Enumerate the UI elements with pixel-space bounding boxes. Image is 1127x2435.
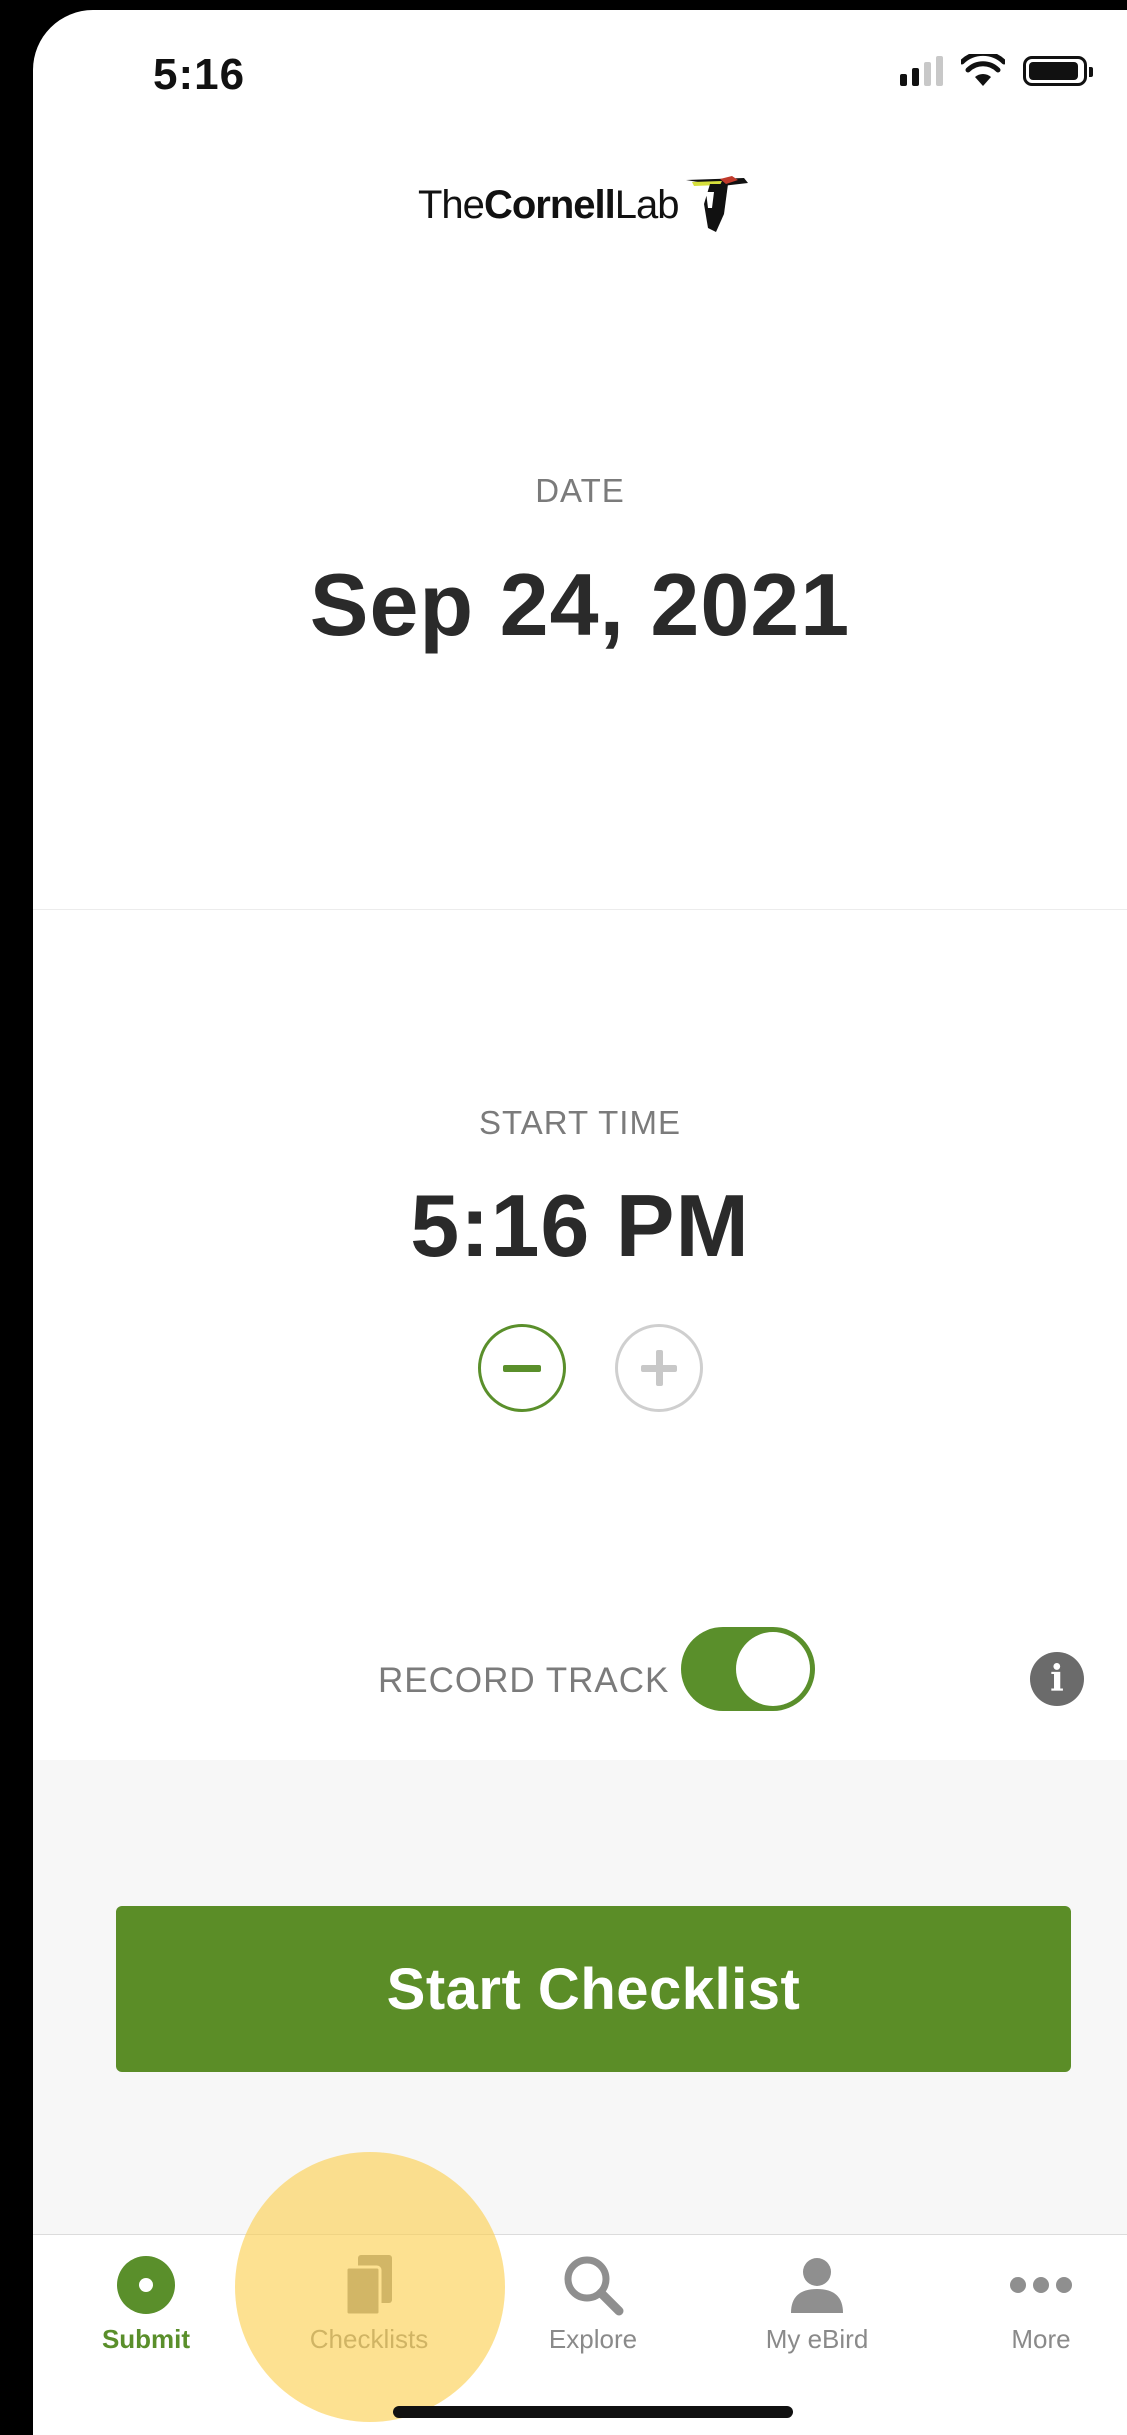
tab-my-ebird[interactable]: My eBird	[722, 2235, 912, 2385]
increase-time-button[interactable]	[615, 1324, 703, 1412]
app-header: The Cornell Lab	[33, 160, 1127, 255]
woodpecker-logo-icon	[686, 176, 749, 232]
date-value[interactable]: Sep 24, 2021	[33, 554, 1127, 656]
logo-text-cornell: Cornell	[483, 182, 616, 227]
tab-more[interactable]: More	[946, 2235, 1127, 2385]
checklists-icon	[337, 2253, 401, 2317]
record-track-label: RECORD TRACK	[378, 1661, 670, 1700]
tab-label-submit: Submit	[101, 2324, 191, 2354]
home-indicator[interactable]	[393, 2406, 793, 2418]
battery-icon	[1023, 56, 1093, 86]
cellular-signal-icon	[900, 56, 943, 86]
tab-explore[interactable]: Explore	[498, 2235, 688, 2385]
tab-label-more: More	[1011, 2324, 1071, 2354]
tab-checklists[interactable]: Checklists	[274, 2235, 464, 2385]
logo-text-lab: Lab	[614, 182, 680, 227]
minus-icon	[503, 1364, 541, 1372]
start-time-value[interactable]: 5:16 PM	[33, 1175, 1127, 1277]
decrease-time-button[interactable]	[478, 1324, 566, 1412]
info-icon[interactable]: i	[1030, 1652, 1084, 1706]
start-time-section: START TIME 5:16 PM	[33, 910, 1127, 1590]
date-section[interactable]: DATE Sep 24, 2021	[33, 254, 1127, 910]
wifi-icon	[961, 54, 1005, 86]
tab-label-checklists: Checklists	[309, 2324, 429, 2354]
person-icon	[785, 2253, 849, 2317]
toggle-knob	[736, 1632, 810, 1706]
logo-text-the: The	[418, 182, 485, 227]
tab-label-explore: Explore	[548, 2324, 638, 2354]
date-label: DATE	[535, 472, 625, 509]
more-icon	[1009, 2253, 1073, 2317]
status-time: 5:16	[153, 50, 246, 99]
start-checklist-button[interactable]: Start Checklist	[116, 1906, 1071, 2072]
status-icons	[900, 54, 1093, 88]
cornell-lab-logo: The Cornell Lab	[418, 174, 752, 236]
start-time-label: START TIME	[479, 1104, 681, 1141]
tab-bar: Submit Checklists Explore My eBird More	[33, 2234, 1127, 2435]
tab-label-my-ebird: My eBird	[765, 2324, 869, 2354]
record-track-toggle[interactable]	[681, 1627, 815, 1711]
search-icon	[561, 2253, 625, 2317]
app-screen: 5:16 The Cornell Lab DATE Sep 24, 2021 S…	[33, 10, 1127, 2435]
tab-submit[interactable]: Submit	[51, 2235, 241, 2385]
submit-icon	[114, 2253, 178, 2317]
